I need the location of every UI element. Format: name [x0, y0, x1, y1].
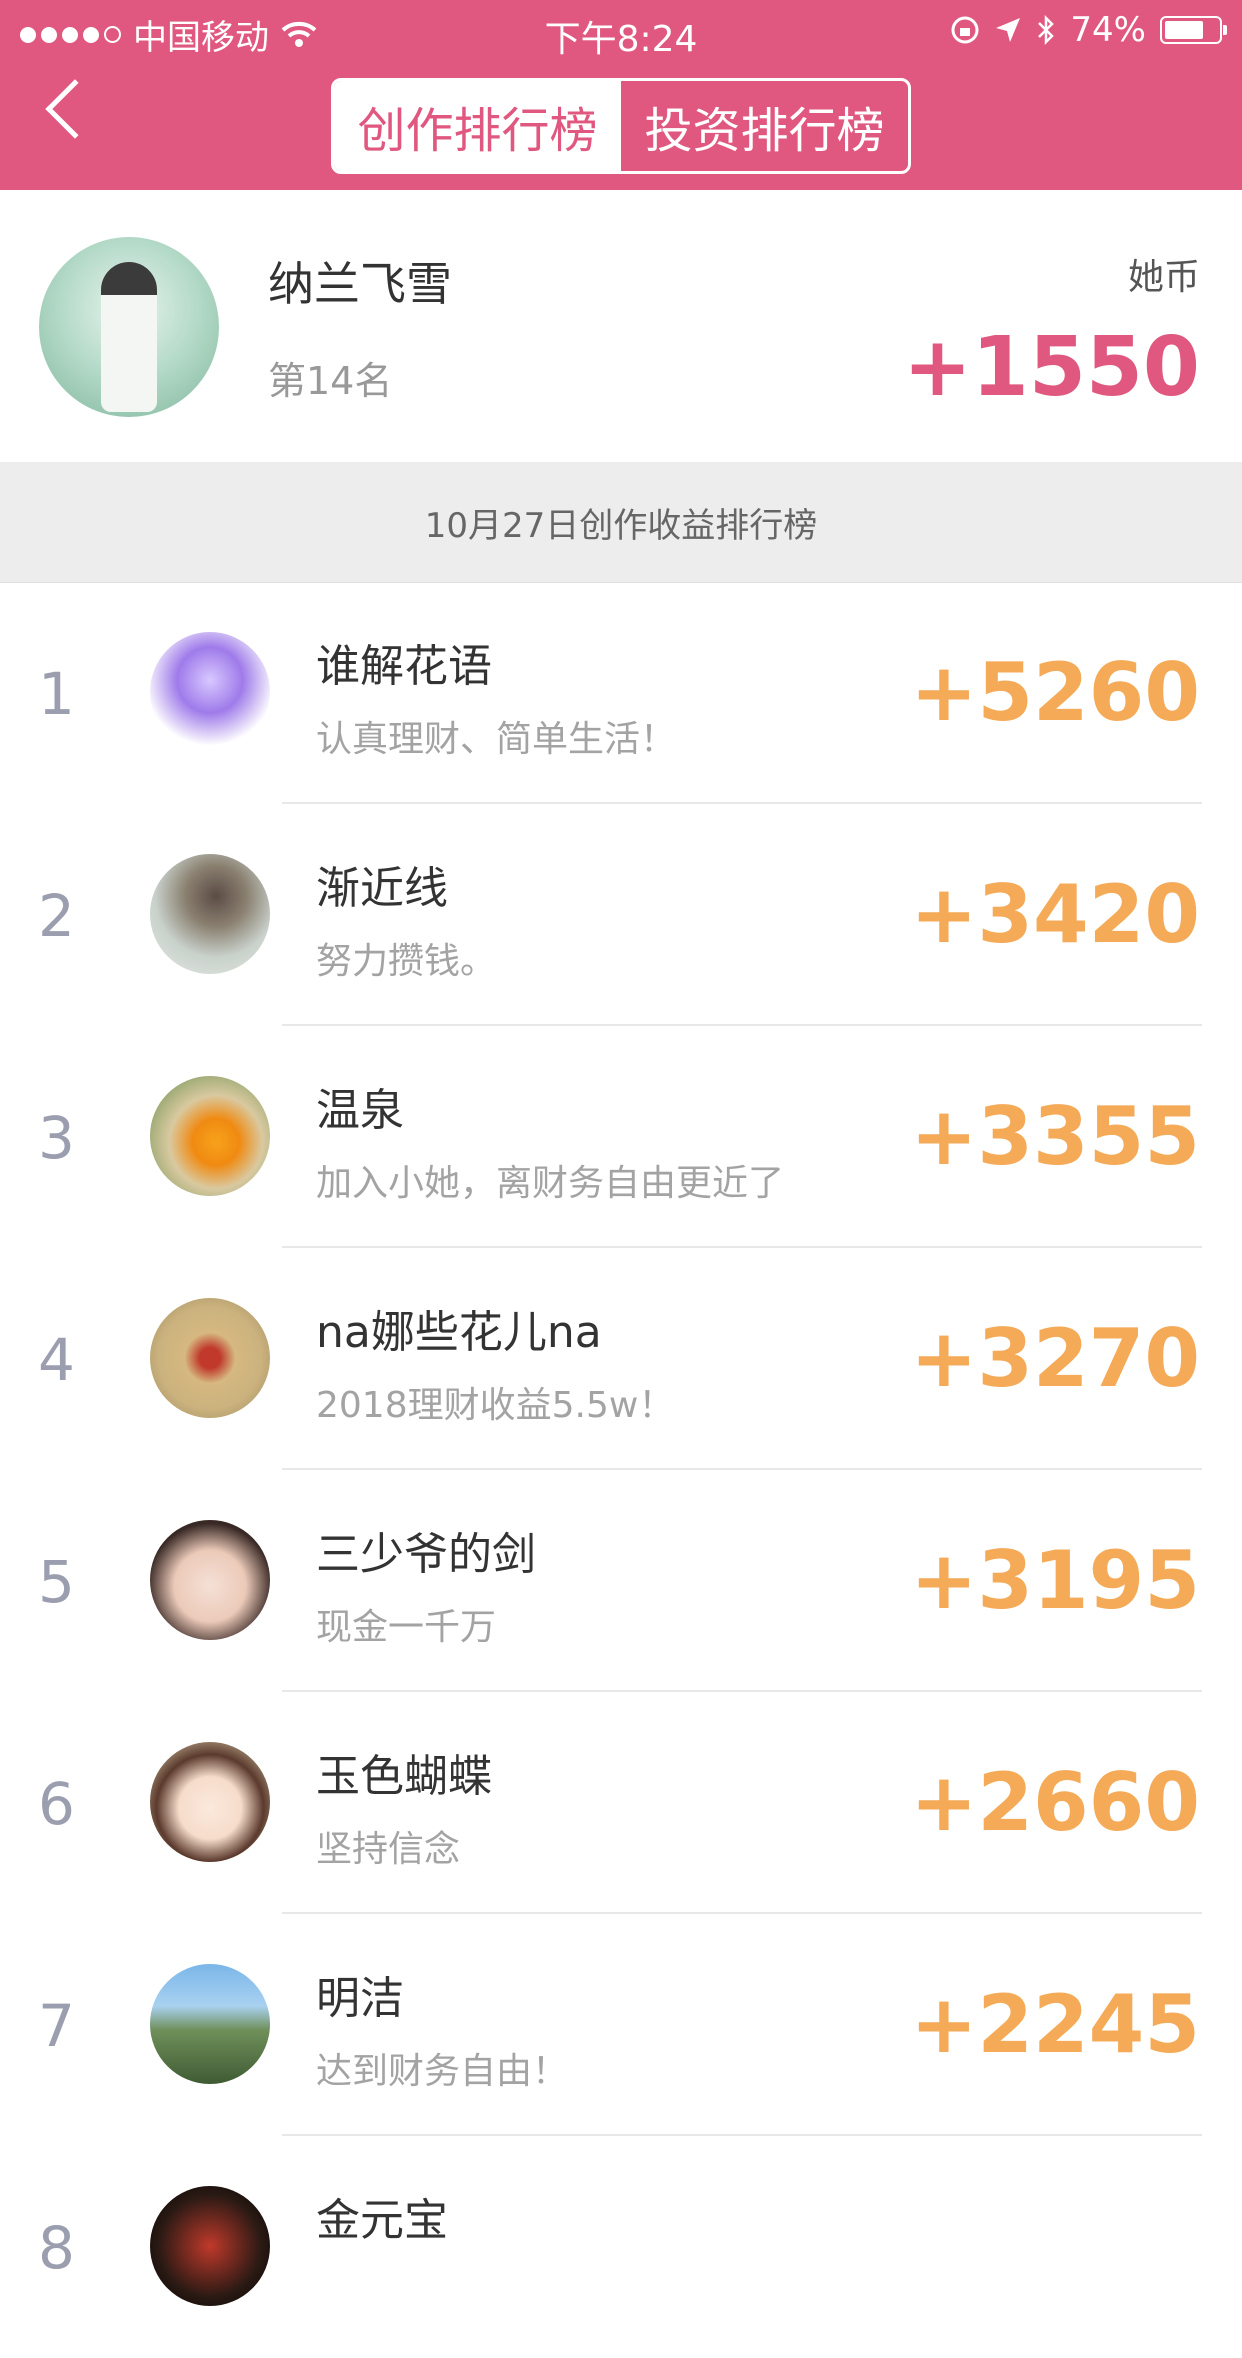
rank-number: 2: [38, 882, 75, 950]
list-item-name: 明洁: [316, 1973, 404, 2024]
avatar[interactable]: [150, 1520, 270, 1640]
avatar[interactable]: [150, 1076, 270, 1196]
user-name: 纳兰飞雪: [268, 257, 452, 311]
rank-number: 6: [38, 1770, 75, 1838]
list-item[interactable]: 3 温泉 加入小她，离财务自由更近了 +3355: [0, 1026, 1242, 1248]
back-button[interactable]: [45, 79, 105, 139]
avatar[interactable]: [150, 1742, 270, 1862]
list-item-score: +3420: [910, 868, 1200, 961]
list-item[interactable]: 2 渐近线 努力攒钱。 +3420: [0, 804, 1242, 1026]
avatar[interactable]: [150, 854, 270, 974]
rank-number: 4: [38, 1326, 75, 1394]
list-item-name: 玉色蝴蝶: [316, 1751, 492, 1802]
currency-label: 她币: [1127, 257, 1200, 298]
list-item[interactable]: 5 三少爷的剑 现金一千万 +3195: [0, 1470, 1242, 1692]
list-item[interactable]: 7 明洁 达到财务自由！ +2245: [0, 1914, 1242, 2136]
avatar[interactable]: [150, 2186, 270, 2306]
status-bar: 中国移动 下午8:24 74%: [0, 0, 1242, 62]
top-bar: 中国移动 下午8:24 74% 创作排行榜 投资排行榜: [0, 0, 1242, 190]
ranking-list: 1 谁解花语 认真理财、简单生活！ +5260 2 渐近线 努力攒钱。 +342…: [0, 582, 1242, 2358]
list-item-motto: 认真理财、简单生活！: [316, 719, 677, 760]
battery-percent: 74%: [1070, 10, 1146, 50]
list-item[interactable]: 4 na娜些花儿na 2018理财收益5.5w！ +3270: [0, 1248, 1242, 1470]
avatar[interactable]: [150, 1964, 270, 2084]
list-item-score: +2245: [910, 1978, 1200, 2071]
list-item-score: +5260: [910, 646, 1200, 739]
rank-number: 5: [38, 1548, 75, 1616]
rank-number: 3: [38, 1104, 75, 1172]
list-item-motto: 努力攒钱。: [316, 941, 497, 982]
my-ranking-card: 纳兰飞雪 第14名 她币 +1550: [0, 190, 1242, 462]
rank-number: 8: [38, 2214, 75, 2282]
list-item[interactable]: 1 谁解花语 认真理财、简单生活！ +5260: [0, 582, 1242, 804]
rank-number: 1: [38, 660, 75, 728]
list-item-motto: 达到财务自由！: [316, 2051, 569, 2092]
list-item[interactable]: 8 金元宝: [0, 2136, 1242, 2358]
list-item-name: 温泉: [316, 1085, 404, 1136]
tab-creation-ranking[interactable]: 创作排行榜: [334, 81, 621, 171]
list-item-motto: 坚持信念: [316, 1829, 461, 1870]
list-item-name: 金元宝: [316, 2195, 448, 2246]
list-item-motto: 现金一千万: [316, 1607, 497, 1648]
list-item-score: +3270: [910, 1312, 1200, 1405]
list-item-score: +3355: [910, 1090, 1200, 1183]
list-item-name: na娜些花儿na: [316, 1307, 602, 1358]
avatar[interactable]: [150, 1298, 270, 1418]
list-item-name: 渐近线: [316, 863, 448, 914]
list-item-score: +2660: [910, 1756, 1200, 1849]
list-item[interactable]: 6 玉色蝴蝶 坚持信念 +2660: [0, 1692, 1242, 1914]
list-item-name: 谁解花语: [316, 641, 492, 692]
rank-number: 7: [38, 1992, 75, 2060]
avatar[interactable]: [150, 632, 270, 752]
list-item-score: +3195: [910, 1534, 1200, 1627]
orientation-lock-icon: [951, 16, 979, 44]
avatar[interactable]: [39, 237, 219, 417]
ranking-tabs: 创作排行榜 投资排行榜: [331, 78, 911, 174]
list-item-motto: 2018理财收益5.5w！: [316, 1385, 675, 1426]
list-item-name: 三少爷的剑: [316, 1529, 536, 1580]
user-rank: 第14名: [268, 359, 393, 403]
location-icon: [996, 18, 1021, 42]
bluetooth-icon: [1038, 14, 1055, 46]
battery-icon: [1160, 16, 1227, 44]
tab-investment-ranking[interactable]: 投资排行榜: [621, 81, 908, 171]
user-score: +1550: [903, 320, 1200, 415]
list-item-motto: 加入小她，离财务自由更近了: [316, 1163, 785, 1204]
ranking-date-banner: 10月27日创作收益排行榜: [0, 462, 1242, 583]
